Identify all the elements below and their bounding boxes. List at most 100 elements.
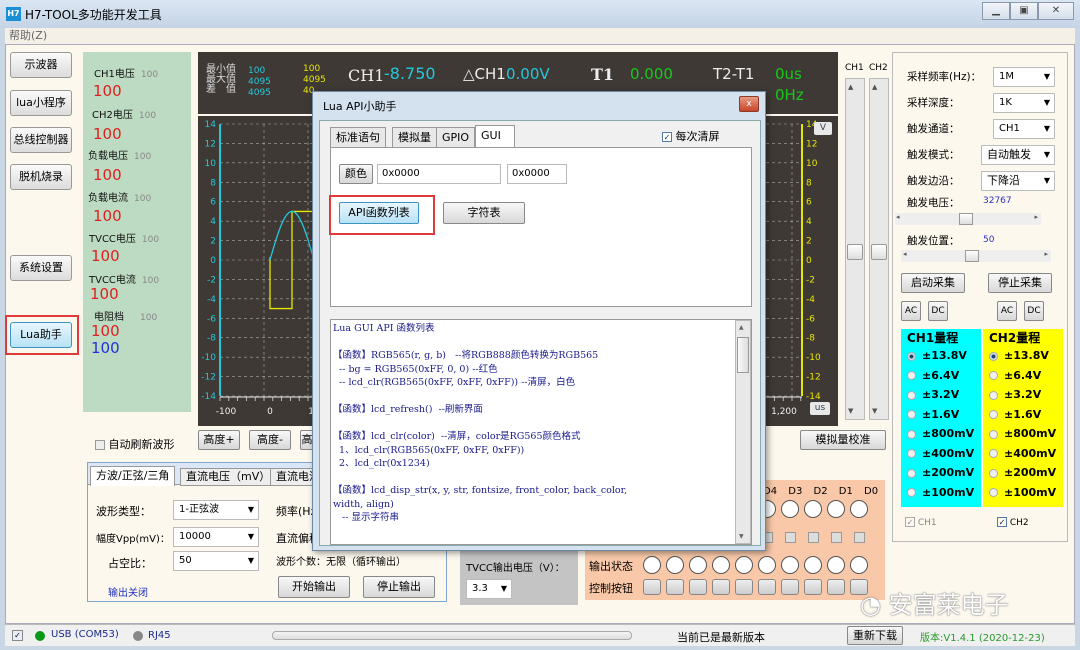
tab-analog[interactable]: 模拟量 <box>392 127 437 147</box>
ch2-offset-scrollbar[interactable]: ▲ ▼ <box>869 78 889 420</box>
menu-help[interactable]: 帮助(Z) <box>9 29 47 42</box>
ch1-scroll-thumb[interactable] <box>847 244 863 260</box>
time-unit-button[interactable]: us <box>810 402 830 415</box>
ch1-range-option[interactable]: ±1.6V <box>901 405 981 425</box>
color-button[interactable]: 颜色 <box>339 164 373 184</box>
height-minus-button[interactable]: 高度- <box>249 430 291 450</box>
control-button[interactable] <box>758 579 776 595</box>
sample-rate-select[interactable]: 1M <box>993 67 1055 87</box>
color-value-input-2[interactable]: 0x0000 <box>507 164 567 184</box>
auto-refresh-checkbox[interactable]: 自动刷新波形 <box>95 436 175 452</box>
ch1-range-option[interactable]: ±13.8V <box>901 346 981 366</box>
ch1-offset-scrollbar[interactable]: ▲ ▼ <box>845 78 865 420</box>
trigger-position-thumb[interactable] <box>965 250 979 262</box>
dio-direction-checkbox[interactable] <box>854 532 865 543</box>
ch2-range-option[interactable]: ±100mV <box>983 483 1063 503</box>
tab-dc-voltage[interactable]: 直流电压（mV） <box>180 468 277 486</box>
volt-unit-button[interactable]: V <box>814 122 832 135</box>
ch1-dc-button[interactable]: DC <box>928 301 948 321</box>
start-acquisition-button[interactable]: 启动采集 <box>901 273 965 293</box>
api-list-button[interactable]: API函数列表 <box>339 202 419 224</box>
control-button[interactable] <box>735 579 753 595</box>
tab-gui[interactable]: GUI <box>475 125 515 147</box>
ch2-range-option[interactable]: ±200mV <box>983 463 1063 483</box>
duty-select[interactable]: 50 <box>173 551 259 571</box>
scroll-up-icon[interactable]: ▲ <box>872 83 877 91</box>
control-button[interactable] <box>781 579 799 595</box>
ch1-range-option[interactable]: ±6.4V <box>901 366 981 386</box>
api-list-scroll-thumb[interactable] <box>737 337 749 373</box>
ch1-ac-button[interactable]: AC <box>901 301 921 321</box>
tvcc-select[interactable]: 3.3 <box>466 579 512 599</box>
redownload-button[interactable]: 重新下载 <box>847 626 903 645</box>
close-button[interactable]: ✕ <box>1038 2 1074 20</box>
control-button[interactable] <box>689 579 707 595</box>
ch1-enable-checkbox[interactable]: ✓ CH1 <box>905 517 937 528</box>
trigger-voltage-thumb[interactable] <box>959 213 973 225</box>
nav-offline-burn[interactable]: 脱机烧录 <box>10 164 72 190</box>
nav-system-settings[interactable]: 系统设置 <box>10 255 72 281</box>
tab-wave[interactable]: 方波/正弦/三角 <box>90 466 176 486</box>
slider-left-icon[interactable]: ◂ <box>903 250 907 258</box>
minimize-button[interactable]: ▁ <box>982 2 1010 20</box>
nav-bus-controller[interactable]: 总线控制器 <box>10 127 72 153</box>
ch1-range-option[interactable]: ±800mV <box>901 424 981 444</box>
api-list-scrollbar[interactable]: ▲ ▼ <box>735 320 751 544</box>
scroll-down-icon[interactable]: ▼ <box>848 407 853 415</box>
slider-right-icon[interactable]: ▸ <box>1034 213 1038 221</box>
nav-lua-helper[interactable]: Lua助手 <box>10 322 72 348</box>
start-output-button[interactable]: 开始输出 <box>278 576 350 598</box>
wave-count-label[interactable]: 波形个数：无限（循环输出） <box>276 553 406 568</box>
control-button[interactable] <box>712 579 730 595</box>
nav-lua-program[interactable]: lua小程序 <box>10 90 72 116</box>
height-plus-button[interactable]: 高度+ <box>198 430 240 450</box>
control-button[interactable] <box>827 579 845 595</box>
scroll-up-icon[interactable]: ▲ <box>848 83 853 91</box>
ch2-dc-button[interactable]: DC <box>1024 301 1044 321</box>
analog-calibrate-button[interactable]: 模拟量校准 <box>800 430 886 450</box>
maximize-button[interactable]: ▣ <box>1010 2 1038 20</box>
stop-output-button[interactable]: 停止输出 <box>363 576 435 598</box>
slider-left-icon[interactable]: ◂ <box>896 213 900 221</box>
ch1-range-option[interactable]: ±400mV <box>901 444 981 464</box>
ch2-range-option[interactable]: ±400mV <box>983 444 1063 464</box>
stop-acquisition-button[interactable]: 停止采集 <box>988 273 1052 293</box>
trigger-position-slider[interactable]: ◂ ▸ <box>901 250 1051 262</box>
ch1-range-option[interactable]: ±3.2V <box>901 385 981 405</box>
ch1-range-option[interactable]: ±100mV <box>901 483 981 503</box>
tab-standard-statements[interactable]: 标准语句 <box>330 127 386 147</box>
ch2-range-option[interactable]: ±800mV <box>983 424 1063 444</box>
control-button[interactable] <box>804 579 822 595</box>
ch2-range-option[interactable]: ±3.2V <box>983 385 1063 405</box>
control-button[interactable] <box>643 579 661 595</box>
status-checkbox[interactable]: ✓ <box>12 630 23 641</box>
wave-type-select[interactable]: 1-正弦波 <box>173 500 259 520</box>
dio-direction-checkbox[interactable] <box>808 532 819 543</box>
ch2-range-option[interactable]: ±6.4V <box>983 366 1063 386</box>
tab-gpio[interactable]: GPIO <box>436 127 476 147</box>
nav-oscilloscope[interactable]: 示波器 <box>10 52 72 78</box>
trigger-channel-select[interactable]: CH1 <box>993 119 1055 139</box>
amplitude-select[interactable]: 10000 <box>173 527 259 547</box>
ch2-range-option[interactable]: ±1.6V <box>983 405 1063 425</box>
scroll-up-icon[interactable]: ▲ <box>739 324 744 331</box>
trigger-mode-select[interactable]: 自动触发 <box>981 145 1055 165</box>
ch2-range-option[interactable]: ±13.8V <box>983 346 1063 366</box>
scroll-down-icon[interactable]: ▼ <box>739 533 744 540</box>
slider-right-icon[interactable]: ▸ <box>1044 250 1048 258</box>
ch2-ac-button[interactable]: AC <box>997 301 1017 321</box>
dio-direction-checkbox[interactable] <box>785 532 796 543</box>
api-list-textarea[interactable]: Lua GUI API 函数列表 【函数】RGB565(r, g, b) --将R… <box>330 319 752 545</box>
control-button[interactable] <box>666 579 684 595</box>
char-table-button[interactable]: 字符表 <box>443 202 525 224</box>
sample-depth-select[interactable]: 1K <box>993 93 1055 113</box>
scroll-down-icon[interactable]: ▼ <box>872 407 877 415</box>
color-value-input[interactable]: 0x0000 <box>377 164 501 184</box>
dialog-close-button[interactable]: x <box>739 96 759 112</box>
clear-each-checkbox[interactable]: ✓ 每次清屏 <box>662 128 720 144</box>
ch2-enable-checkbox[interactable]: ✓ CH2 <box>997 517 1029 528</box>
ch1-range-option[interactable]: ±200mV <box>901 463 981 483</box>
trigger-voltage-slider[interactable]: ◂ ▸ <box>895 213 1041 225</box>
ch2-scroll-thumb[interactable] <box>871 244 887 260</box>
trigger-edge-select[interactable]: 下降沿 <box>981 171 1055 191</box>
